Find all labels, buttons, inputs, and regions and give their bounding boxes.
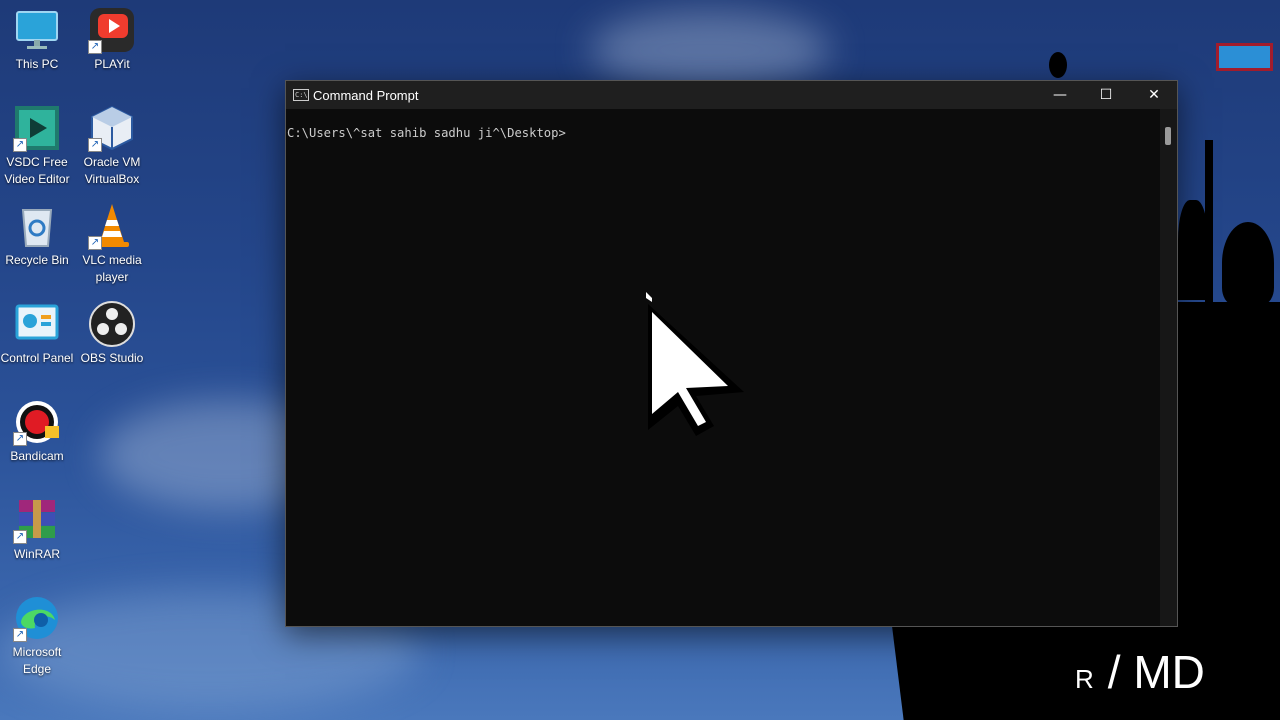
desktop-icon-control-panel[interactable]: Control Panel bbox=[0, 300, 74, 367]
tray-thumbnail bbox=[1216, 43, 1273, 71]
desktop-icon-label: Microsoft Edge bbox=[12, 645, 62, 676]
background-cloud bbox=[590, 10, 830, 90]
desktop-icon-vsdc[interactable]: ↗ VSDC Free Video Editor bbox=[0, 104, 74, 188]
shortcut-arrow-icon: ↗ bbox=[13, 432, 27, 446]
desktop-icon-label: OBS Studio bbox=[80, 351, 144, 365]
desktop-icon-vlc[interactable]: ↗ VLC media player bbox=[75, 202, 149, 286]
winrar-icon: ↗ bbox=[13, 496, 61, 544]
background-silhouette bbox=[1049, 52, 1067, 78]
minimize-button[interactable]: — bbox=[1037, 81, 1083, 109]
recycle-bin-icon bbox=[13, 202, 61, 250]
edge-icon: ↗ bbox=[13, 594, 61, 642]
prompt-line: C:\Users\^sat sahib sadhu ji^\Desktop> bbox=[287, 126, 566, 140]
close-button[interactable]: ✕ bbox=[1131, 81, 1177, 109]
shortcut-arrow-icon: ↗ bbox=[13, 138, 27, 152]
virtualbox-icon: ↗ bbox=[88, 104, 136, 152]
background-silhouette bbox=[1222, 222, 1274, 304]
desktop-icon-playit[interactable]: ↗ PLAYit bbox=[75, 6, 149, 73]
desktop-icon-label: WinRAR bbox=[13, 547, 60, 561]
background-silhouette bbox=[1205, 140, 1213, 305]
desktop-icon-label: PLAYit bbox=[94, 57, 130, 71]
command-prompt-icon: C:\ bbox=[293, 89, 309, 101]
desktop-icon-obs[interactable]: OBS Studio bbox=[75, 300, 149, 367]
watermark-small: R bbox=[1075, 664, 1094, 694]
shortcut-arrow-icon: ↗ bbox=[88, 236, 102, 250]
shortcut-arrow-icon: ↗ bbox=[13, 530, 27, 544]
bandicam-icon: ↗ bbox=[13, 398, 61, 446]
desktop-icon-label: Control Panel bbox=[0, 351, 74, 365]
vsdc-icon: ↗ bbox=[13, 104, 61, 152]
desktop-icon-label: This PC bbox=[15, 57, 59, 71]
desktop-icon-edge[interactable]: ↗ Microsoft Edge bbox=[0, 594, 74, 678]
monitor-icon bbox=[13, 6, 61, 54]
desktop-icon-label: Recycle Bin bbox=[5, 253, 69, 267]
desktop-icon-bandicam[interactable]: ↗ Bandicam bbox=[0, 398, 74, 465]
shortcut-arrow-icon: ↗ bbox=[88, 40, 102, 54]
watermark: R / MD bbox=[1075, 645, 1205, 699]
desktop-icon-label: VSDC Free Video Editor bbox=[4, 155, 70, 186]
scrollbar-thumb[interactable] bbox=[1165, 127, 1171, 145]
desktop-icon-label: Bandicam bbox=[10, 449, 64, 463]
desktop-icon-recycle-bin[interactable]: Recycle Bin bbox=[0, 202, 74, 269]
desktop-icon-label: Oracle VM VirtualBox bbox=[83, 155, 141, 186]
obs-icon bbox=[88, 300, 136, 348]
desktop-icon-label: VLC media player bbox=[82, 253, 142, 284]
shortcut-arrow-icon: ↗ bbox=[88, 138, 102, 152]
playit-icon: ↗ bbox=[88, 6, 136, 54]
background-silhouette bbox=[1178, 200, 1208, 300]
vlc-icon: ↗ bbox=[88, 202, 136, 250]
window-title: Command Prompt bbox=[313, 87, 419, 103]
desktop-icon-virtualbox[interactable]: ↗ Oracle VM VirtualBox bbox=[75, 104, 149, 188]
shortcut-arrow-icon: ↗ bbox=[13, 628, 27, 642]
vertical-scrollbar[interactable] bbox=[1160, 109, 1177, 626]
desktop-icon-this-pc[interactable]: This PC bbox=[0, 6, 74, 73]
control-panel-icon bbox=[13, 300, 61, 348]
watermark-large: / MD bbox=[1107, 646, 1205, 698]
desktop-icon-winrar[interactable]: ↗ WinRAR bbox=[0, 496, 74, 563]
mouse-pointer-icon bbox=[646, 292, 744, 436]
maximize-button[interactable]: ☐ bbox=[1083, 81, 1129, 109]
